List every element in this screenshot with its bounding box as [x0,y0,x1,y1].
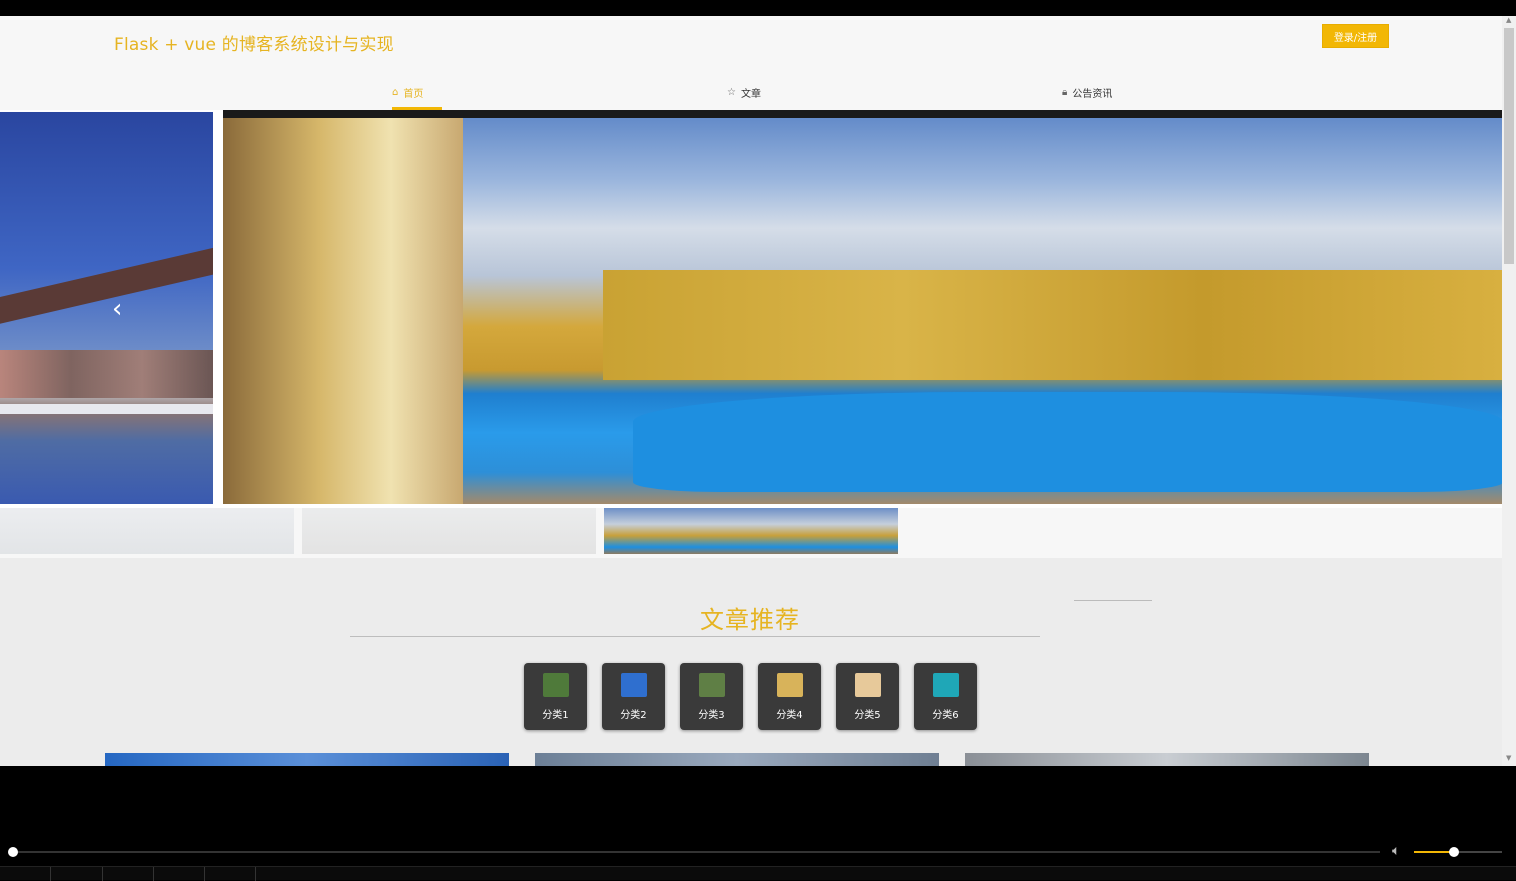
nav-item-label: 文章 [740,88,761,100]
nav-item-announcements[interactable]: 🔒︎ 公告资讯 [1062,74,1112,110]
speaker-icon[interactable]: 🔈︎ [1392,843,1400,859]
lock-icon: 🔒︎ [1062,86,1068,98]
category-thumbnail [854,673,881,697]
carousel-slide-previous[interactable]: ‹ [0,112,213,504]
article-card[interactable] [535,753,939,766]
category-label: 分类4 [776,710,803,721]
carousel-slide-active[interactable] [223,110,1502,504]
pool-shape [633,392,1502,492]
category-label: 分类1 [542,710,569,721]
nav-item-home[interactable]: ⌂ 首页 [392,74,423,110]
category-thumbnail [776,673,803,697]
nav-item-articles[interactable]: ☆ 文章 [727,74,761,110]
progress-track[interactable] [12,851,1380,853]
article-card[interactable] [105,753,509,766]
slide-top-bar [223,110,1502,118]
segment-divider [50,867,51,881]
scrollbar-thumb[interactable] [1504,28,1514,264]
segment-bar [0,866,1516,881]
volume-fill [1414,851,1454,853]
carousel-thumbnails [0,508,1502,554]
category-button-2[interactable]: 分类2 [602,663,665,730]
star-icon: ☆ [727,86,736,98]
category-label: 分类5 [854,710,881,721]
scroll-down-icon[interactable]: ▼ [1506,754,1511,762]
segment-divider [153,867,154,881]
colonnade-shape [223,118,463,504]
category-label: 分类2 [620,710,647,721]
home-icon: ⌂ [392,86,399,98]
article-card[interactable] [965,753,1369,766]
article-card-row [0,753,1502,766]
section-title: 文章推荐 [700,606,800,634]
city-shape [0,350,213,398]
category-thumbnail [542,673,569,697]
section-divider [350,636,1040,637]
login-register-button[interactable]: 登录/注册 [1322,24,1389,48]
carousel-thumbnail-1[interactable] [0,508,294,554]
category-button-3[interactable]: 分类3 [680,663,743,730]
segment-divider [255,867,256,881]
category-label: 分类6 [932,710,959,721]
browser-viewport: Flask + vue 的博客系统设计与实现 登录/注册 ⌂ 首页 ☆ 文章 🔒… [0,16,1516,766]
carousel-thumbnail-3[interactable] [604,508,898,554]
category-button-1[interactable]: 分类1 [524,663,587,730]
image-carousel: ‹ [0,110,1502,554]
category-thumbnail [620,673,647,697]
category-button-6[interactable]: 分类6 [914,663,977,730]
pier-shape [0,404,213,414]
bridge-shape [0,243,213,327]
decorative-line [1074,600,1152,601]
video-player-controls: 🔈︎ [0,840,1516,881]
volume-knob[interactable] [1448,847,1459,857]
category-button-5[interactable]: 分类5 [836,663,899,730]
carousel-thumbnail-2[interactable] [302,508,596,554]
chevron-left-icon[interactable]: ‹ [112,294,122,324]
segment-divider [204,867,205,881]
nav-item-label: 公告资讯 [1072,88,1113,100]
recommend-section [0,558,1502,766]
category-button-4[interactable]: 分类4 [758,663,821,730]
category-thumbnail [932,673,959,697]
segment-divider [102,867,103,881]
category-label: 分类3 [698,710,725,721]
scroll-up-icon[interactable]: ▲ [1506,16,1511,24]
main-nav: ⌂ 首页 ☆ 文章 🔒︎ 公告资讯 [0,74,1502,110]
site-title[interactable]: Flask + vue 的博客系统设计与实现 [114,30,394,55]
nav-item-label: 首页 [403,88,424,100]
vertical-scrollbar[interactable]: ▲ ▼ [1502,16,1516,766]
category-thumbnail [698,673,725,697]
progress-knob[interactable] [8,847,18,857]
palace-shape [603,270,1502,380]
